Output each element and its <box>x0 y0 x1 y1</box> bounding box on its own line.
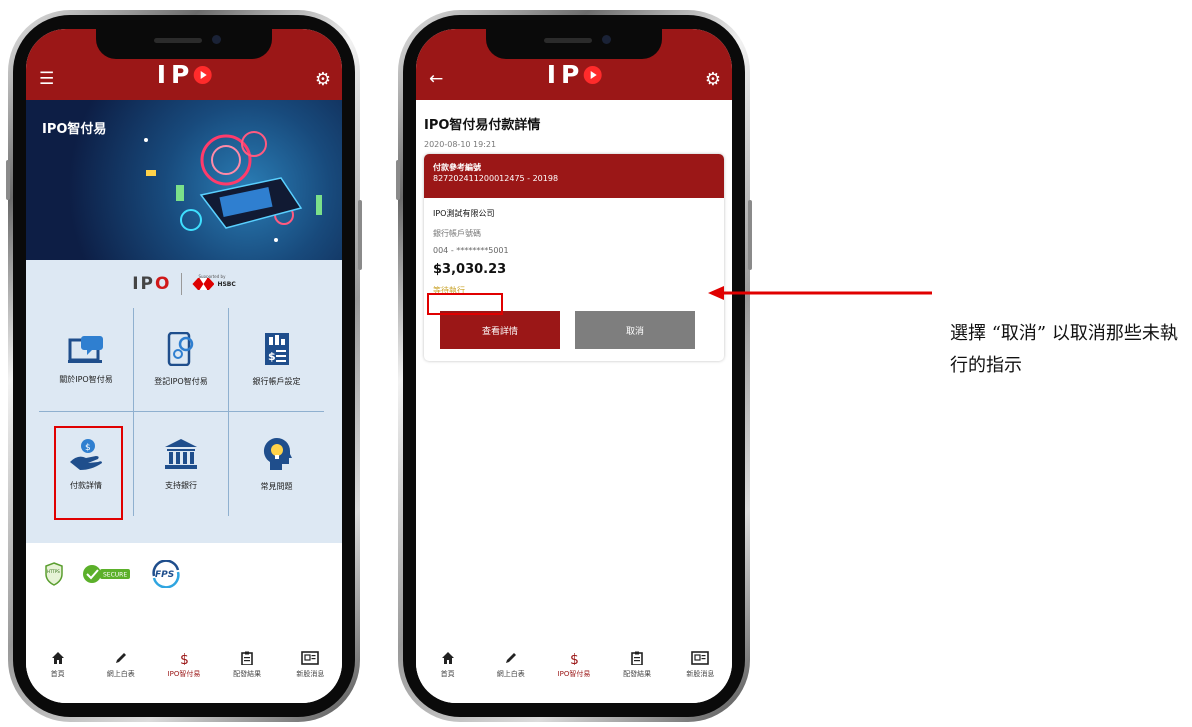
about-icon <box>68 336 103 363</box>
nav-home[interactable]: 首頁 <box>420 651 475 679</box>
gear-icon[interactable]: ⚙ <box>315 71 331 89</box>
play-icon <box>193 65 212 84</box>
payment-detail: IPO智付易付款詳情 2020-08-10 19:21 付款參考編號 82720… <box>416 114 732 361</box>
account-number: 004 - ********5001 <box>433 246 509 255</box>
app-logo: IP <box>547 60 602 89</box>
company-name: IPO測試有限公司 <box>433 209 495 218</box>
view-details-button[interactable]: 查看詳情 <box>440 311 560 349</box>
svg-text:FPS: FPS <box>155 570 174 580</box>
banner-illustration <box>144 131 322 242</box>
phone-side-button <box>396 160 400 200</box>
phone-bezel: ← IP ⚙ IPO智付易付款詳情 2020-08-10 19:21 付款參考編… <box>403 15 745 717</box>
phone-side-button <box>6 160 10 200</box>
tile-label: 登記IPO智付易 <box>154 377 208 386</box>
tile-supported-banks[interactable]: 支持銀行 <box>134 412 229 516</box>
bottom-nav: 首頁 網上白表 $ IPO智付易 配發結果 新股消息 <box>416 641 732 703</box>
brand-divider <box>181 273 183 295</box>
timestamp: 2020-08-10 19:21 <box>424 140 497 149</box>
bank-account-icon: $ <box>264 333 289 365</box>
feature-grid: 關於IPO智付易 登記IPO智付易 $ 銀行帳戶設定 $ 付款詳情 支持銀行 常… <box>39 308 342 516</box>
home-icon <box>51 652 64 664</box>
hsbc-hexagon-icon <box>192 278 215 290</box>
tile-payment-details[interactable]: $ 付款詳情 <box>39 412 134 516</box>
nav-allotment[interactable]: 配發結果 <box>610 651 665 679</box>
newspaper-icon <box>691 651 710 665</box>
tile-label: 支持銀行 <box>165 480 197 490</box>
pencil-icon <box>115 653 126 663</box>
page-title: IPO智付易付款詳情 <box>424 118 541 133</box>
nav-news[interactable]: 新股消息 <box>673 651 728 679</box>
action-buttons: 查看詳情 取消 <box>433 311 715 349</box>
phone-frame-home: ☰ IP ⚙ IPO智付易 IPO Supported by HSBC 關於IP… <box>6 10 362 722</box>
pencil-icon <box>505 653 516 663</box>
card-header: 付款參考編號 827202411200012475 - 20198 <box>424 154 724 198</box>
tile-label: 付款詳情 <box>70 480 102 490</box>
tile-register[interactable]: 登記IPO智付易 <box>134 308 229 412</box>
phone-side-button <box>358 200 362 270</box>
hsbc-logo: Supported by HSBC <box>192 274 236 290</box>
nav-ipo-pay[interactable]: $ IPO智付易 <box>546 651 601 679</box>
clipboard-icon <box>631 651 643 665</box>
payment-amount: $3,030.23 <box>433 262 507 277</box>
svg-text:SECURE: SECURE <box>103 572 127 579</box>
status-highlight <box>427 293 503 315</box>
phone-notch <box>486 29 662 59</box>
tile-about[interactable]: 關於IPO智付易 <box>39 308 134 412</box>
home-icon <box>441 652 454 664</box>
register-icon <box>167 332 194 366</box>
svg-text:HTTPS: HTTPS <box>47 569 60 574</box>
play-icon <box>583 65 602 84</box>
tile-label: 常見問題 <box>260 481 293 491</box>
nav-eipo[interactable]: 網上白表 <box>93 651 148 679</box>
phone-side-button <box>748 200 752 270</box>
annotation-arrow-icon <box>708 286 932 300</box>
supported-by-label: Supported by <box>198 273 226 279</box>
tile-bank-account[interactable]: $ 銀行帳戶設定 <box>229 308 324 412</box>
newspaper-icon <box>301 651 320 665</box>
bank-icon <box>165 438 197 469</box>
phone-frame-details: ← IP ⚙ IPO智付易付款詳情 2020-08-10 19:21 付款參考編… <box>396 10 752 722</box>
faq-icon <box>263 437 292 470</box>
nav-ipo-pay[interactable]: $ IPO智付易 <box>156 651 211 679</box>
menu-icon[interactable]: ☰ <box>39 71 54 88</box>
tile-label: 銀行帳戶設定 <box>252 377 301 386</box>
svg-text:$: $ <box>85 443 91 453</box>
svg-text:$: $ <box>268 350 276 363</box>
payment-icon: $ <box>70 438 102 470</box>
security-badges: HTTPS SECURE FPS <box>26 543 342 605</box>
nav-allotment[interactable]: 配發結果 <box>220 651 275 679</box>
phone-bezel: ☰ IP ⚙ IPO智付易 IPO Supported by HSBC 關於IP… <box>13 15 355 717</box>
nav-home[interactable]: 首頁 <box>30 651 85 679</box>
dollar-icon: $ <box>570 652 579 665</box>
dollar-icon: $ <box>180 652 189 665</box>
home-screen: ☰ IP ⚙ IPO智付易 IPO Supported by HSBC 關於IP… <box>26 29 342 703</box>
ref-number: 827202411200012475 - 20198 <box>433 174 559 183</box>
brand-row: IPO Supported by HSBC <box>26 260 342 308</box>
annotation-text: 選擇 “取消” 以取消那些未執行的指示 <box>950 323 1178 376</box>
gear-icon[interactable]: ⚙ <box>705 71 721 89</box>
app-logo: IP <box>157 60 212 89</box>
svg-text:$: $ <box>180 652 189 665</box>
hero-banner: IPO智付易 <box>26 100 342 260</box>
card-body: IPO測試有限公司 銀行帳戶號碼 004 - ********5001 $3,0… <box>424 198 724 361</box>
home-menu-area: IPO Supported by HSBC 關於IPO智付易 登記IPO智付易 … <box>26 260 342 543</box>
tile-faq[interactable]: 常見問題 <box>229 412 324 516</box>
account-label: 銀行帳戶號碼 <box>433 229 481 238</box>
tile-label: 關於IPO智付易 <box>59 375 113 384</box>
svg-text:$: $ <box>570 652 579 665</box>
details-screen: ← IP ⚙ IPO智付易付款詳情 2020-08-10 19:21 付款參考編… <box>416 29 732 703</box>
payment-card: 付款參考編號 827202411200012475 - 20198 IPO測試有… <box>424 154 724 361</box>
back-arrow-icon[interactable]: ← <box>429 71 443 88</box>
phone-notch <box>96 29 272 59</box>
ipo-logo: IPO <box>132 274 172 294</box>
secure-badge-icon: SECURE <box>83 565 130 583</box>
https-shield-icon: HTTPS <box>45 562 63 586</box>
ref-label: 付款參考編號 <box>433 163 481 172</box>
bottom-nav: 首頁 網上白表 $ IPO智付易 配發結果 新股消息 <box>26 641 342 703</box>
cancel-button[interactable]: 取消 <box>575 311 695 349</box>
nav-eipo[interactable]: 網上白表 <box>483 651 538 679</box>
nav-news[interactable]: 新股消息 <box>283 651 338 679</box>
fps-logo-icon: FPS <box>152 560 180 588</box>
clipboard-icon <box>241 651 253 665</box>
